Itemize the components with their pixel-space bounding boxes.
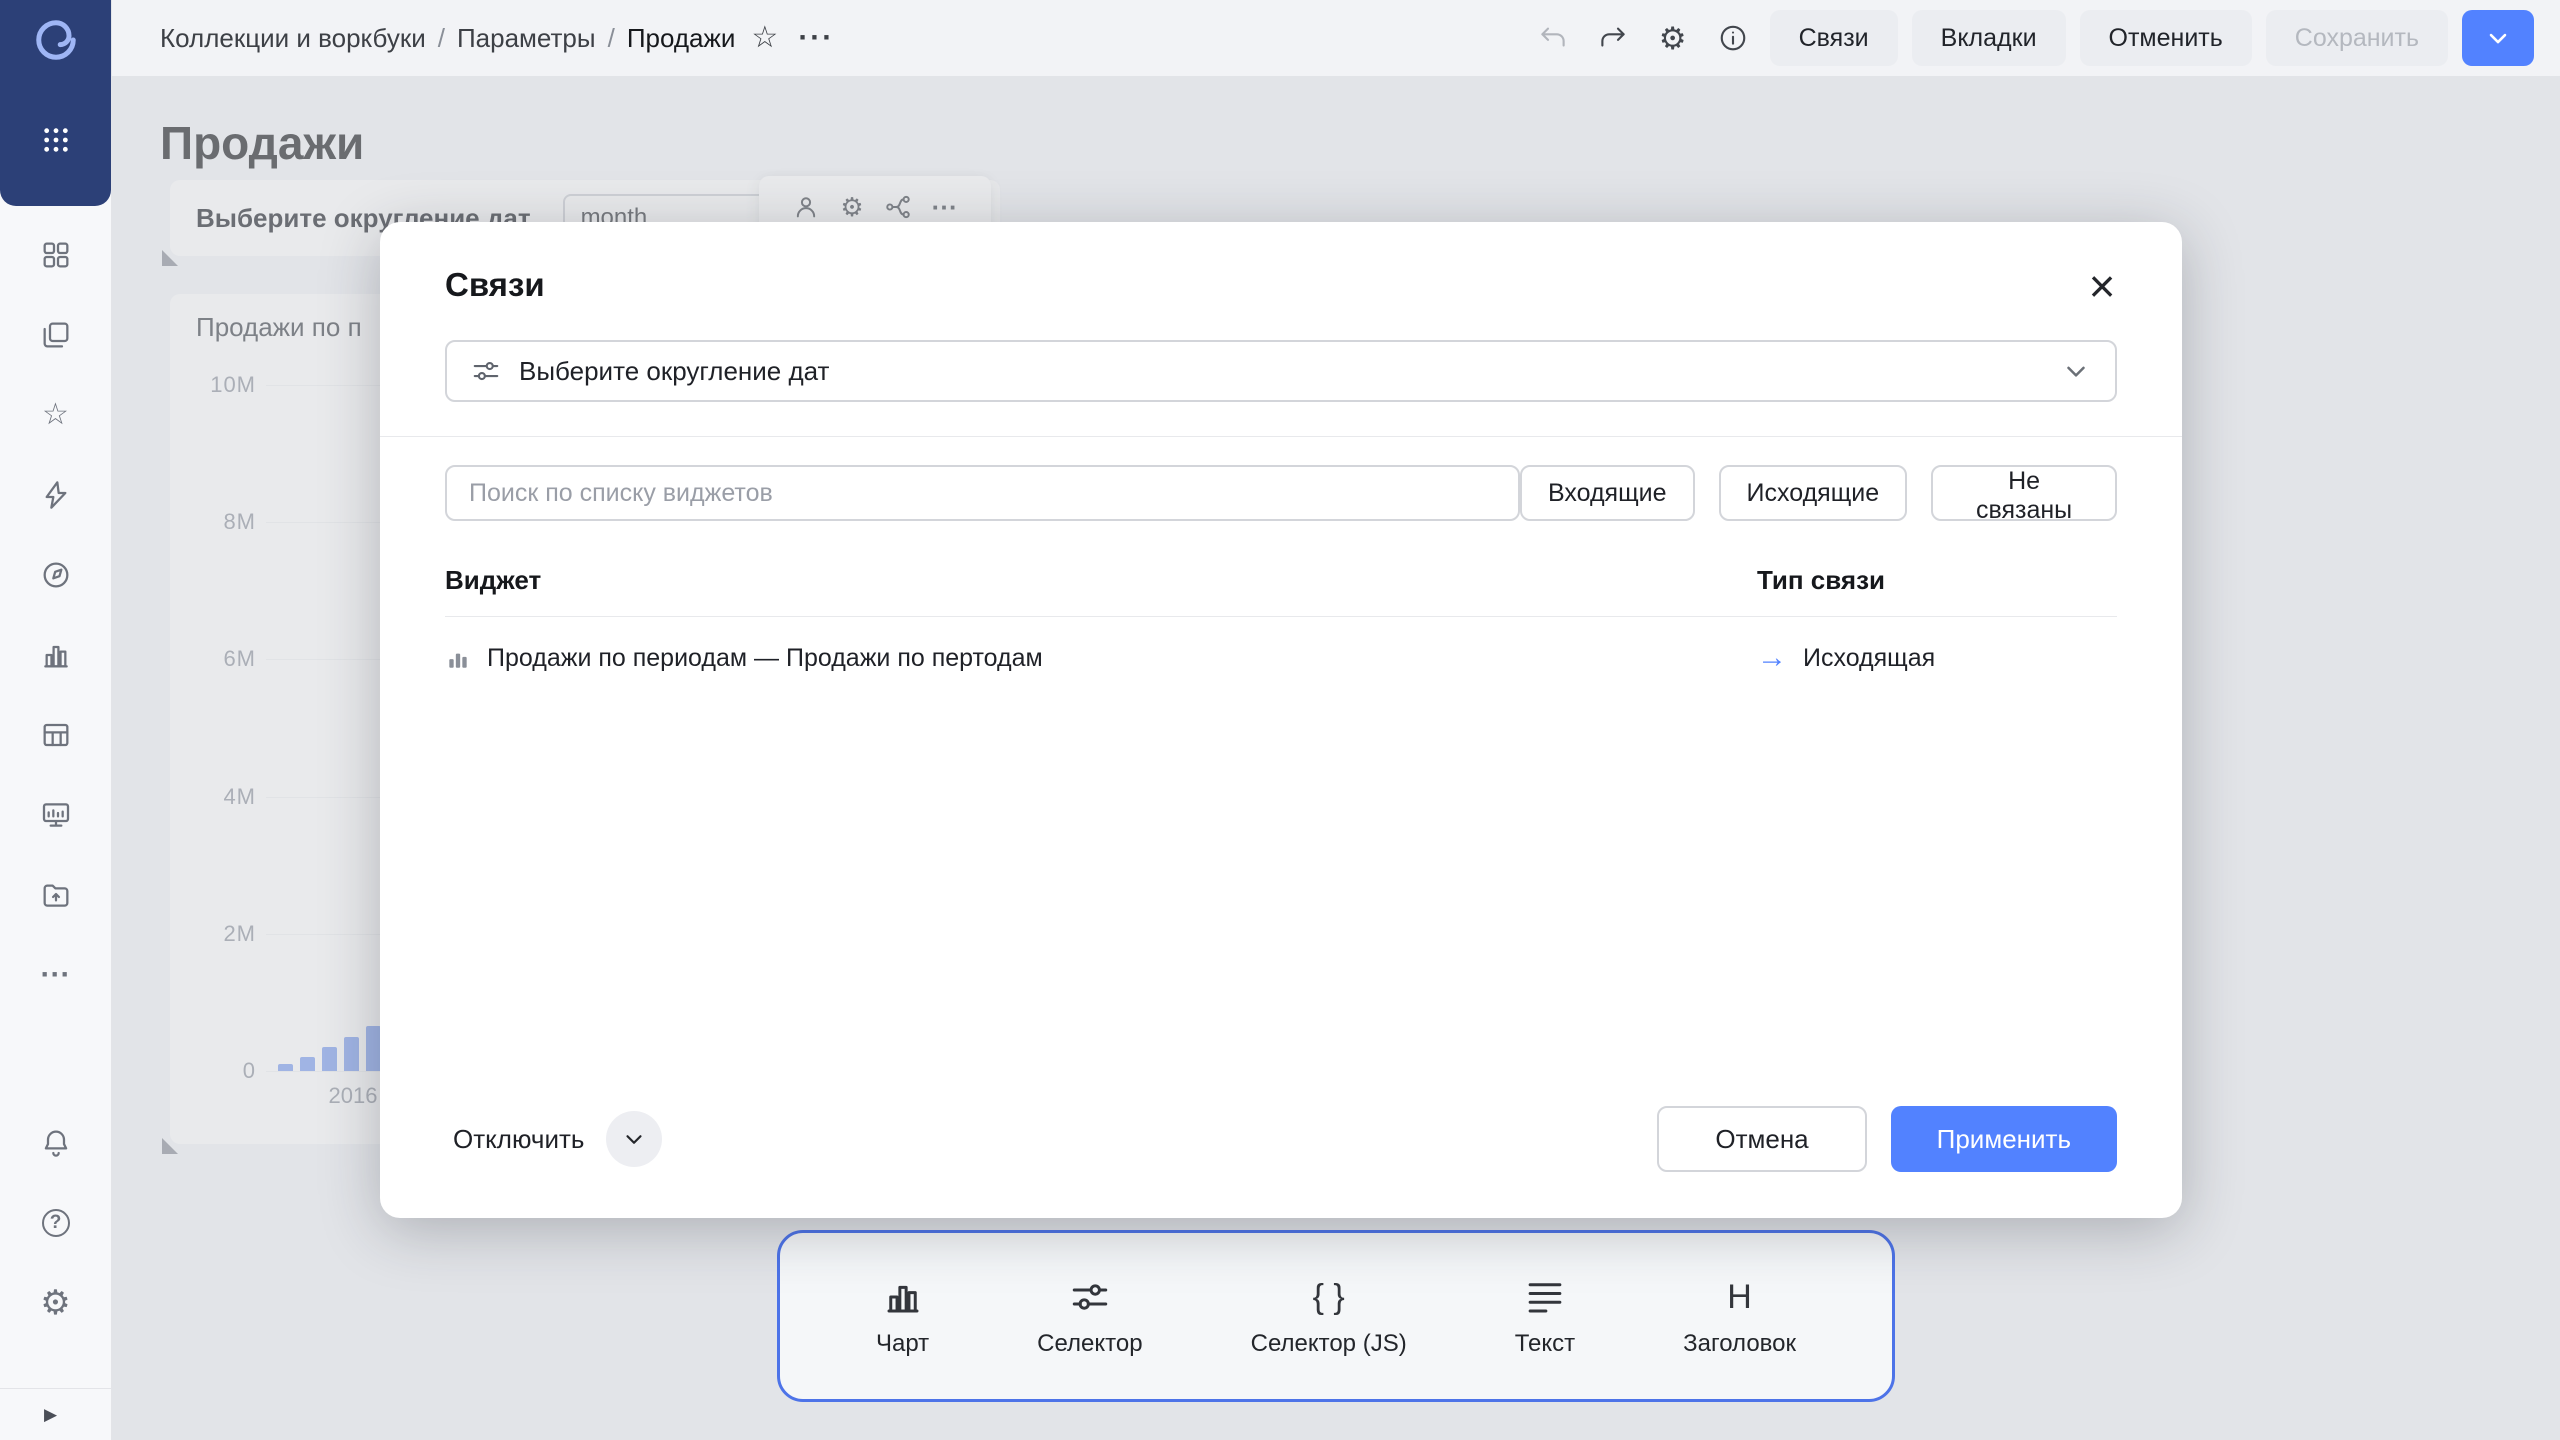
relations-button[interactable]: Связи [1770,10,1898,66]
undo-icon[interactable] [1530,15,1576,61]
info-icon[interactable] [1710,15,1756,61]
nav-compass-icon[interactable] [34,558,78,592]
panel-item-selector-js[interactable]: { } Селектор (JS) [1251,1274,1407,1358]
dialog-footer: Отключить Отмена Применить [445,1106,2117,1172]
chevron-down-icon [2061,356,2091,386]
nav-charts-icon[interactable] [34,638,78,672]
header-actions: ⚙ Связи Вкладки Отменить Сохранить [1530,10,2534,66]
panel-item-heading[interactable]: H Заголовок [1683,1274,1796,1358]
panel-item-selector[interactable]: Селектор [1037,1274,1142,1358]
tabs-button[interactable]: Вкладки [1912,10,2066,66]
text-lines-icon [1524,1274,1566,1320]
widget-chart-icon [445,645,471,671]
chart-icon [882,1274,924,1320]
sidebar-brand-block [0,0,111,206]
row-widget-name: Продажи по периодам — Продажи по пертода… [487,644,1043,673]
close-icon[interactable]: × [2076,260,2128,312]
cancel-button[interactable]: Отмена [1657,1106,1866,1172]
collapse-arrow-icon: ▶ [44,1405,57,1425]
filter-outgoing-button[interactable]: Исходящие [1719,465,1908,521]
favorite-star-icon[interactable]: ☆ [751,23,778,53]
nav-storage-icon[interactable] [34,878,78,912]
add-widget-panel: Чарт Селектор { } Селектор (JS) Текст H … [777,1230,1895,1402]
breadcrumb-more-icon[interactable]: ··· [798,21,834,55]
column-widget: Виджет [445,565,1757,596]
save-dropdown-button[interactable] [2462,10,2534,66]
dialog-title: Связи [445,222,2117,304]
cancel-edit-button[interactable]: Отменить [2080,10,2252,66]
notifications-bell-icon[interactable] [34,1126,78,1160]
sliders-icon [471,356,501,386]
nav-dashboards-icon[interactable] [34,798,78,832]
search-filter-row: Входящие Исходящие Не связаны [445,465,2117,521]
redo-icon[interactable] [1590,15,1636,61]
table-row[interactable]: Продажи по периодам — Продажи по пертода… [445,617,2117,699]
breadcrumb-parameters[interactable]: Параметры [457,23,596,54]
breadcrumb: Коллекции и воркбуки / Параметры / Прода… [160,23,735,54]
filter-incoming-button[interactable]: Входящие [1520,465,1695,521]
panel-item-chart[interactable]: Чарт [876,1274,929,1358]
sidebar: ☆ [0,0,112,1440]
apps-menu-icon[interactable] [34,118,78,162]
row-relation-type: Исходящая [1803,644,1935,673]
apply-button[interactable]: Применить [1891,1106,2117,1172]
relations-dialog: Связи × Выберите округление дат Входящие… [380,222,2182,1218]
heading-icon: H [1727,1274,1752,1320]
sidebar-lower: ? ⚙ [0,1126,111,1320]
top-header: Коллекции и воркбуки / Параметры / Прода… [112,0,2560,76]
nav-collections-icon[interactable] [34,318,78,352]
dialog-widget-select[interactable]: Выберите округление дат [445,340,2117,402]
sidebar-nav: ☆ [0,206,111,992]
nav-more-icon[interactable]: ··· [34,958,78,992]
save-button[interactable]: Сохранить [2266,10,2448,66]
outgoing-arrow-icon: → [1757,643,1787,673]
nav-quick-actions-icon[interactable] [34,478,78,512]
datalens-logo[interactable] [30,14,82,66]
nav-favorites-icon[interactable]: ☆ [34,398,78,432]
sliders-icon [1069,1274,1111,1320]
disable-dropdown-button[interactable] [606,1111,662,1167]
relation-filters: Входящие Исходящие Не связаны [1520,465,2117,521]
settings-gear-icon[interactable]: ⚙ [34,1286,78,1320]
nav-tables-icon[interactable] [34,718,78,752]
nav-objects-icon[interactable] [34,238,78,272]
panel-item-text[interactable]: Текст [1515,1274,1575,1358]
search-input[interactable] [445,465,1520,521]
column-relation-type: Тип связи [1757,565,2117,596]
braces-icon: { } [1313,1274,1345,1320]
help-icon[interactable]: ? [34,1206,78,1240]
settings-gear-icon[interactable]: ⚙ [1650,15,1696,61]
breadcrumb-collections[interactable]: Коллекции и воркбуки [160,23,426,54]
disable-button[interactable]: Отключить [445,1124,592,1155]
divider [380,436,2182,437]
sidebar-collapse-toggle[interactable]: ▶ [0,1388,111,1440]
breadcrumb-current: Продажи [627,23,736,54]
filter-unrelated-button[interactable]: Не связаны [1931,465,2117,521]
relations-table-header: Виджет Тип связи [445,565,2117,596]
